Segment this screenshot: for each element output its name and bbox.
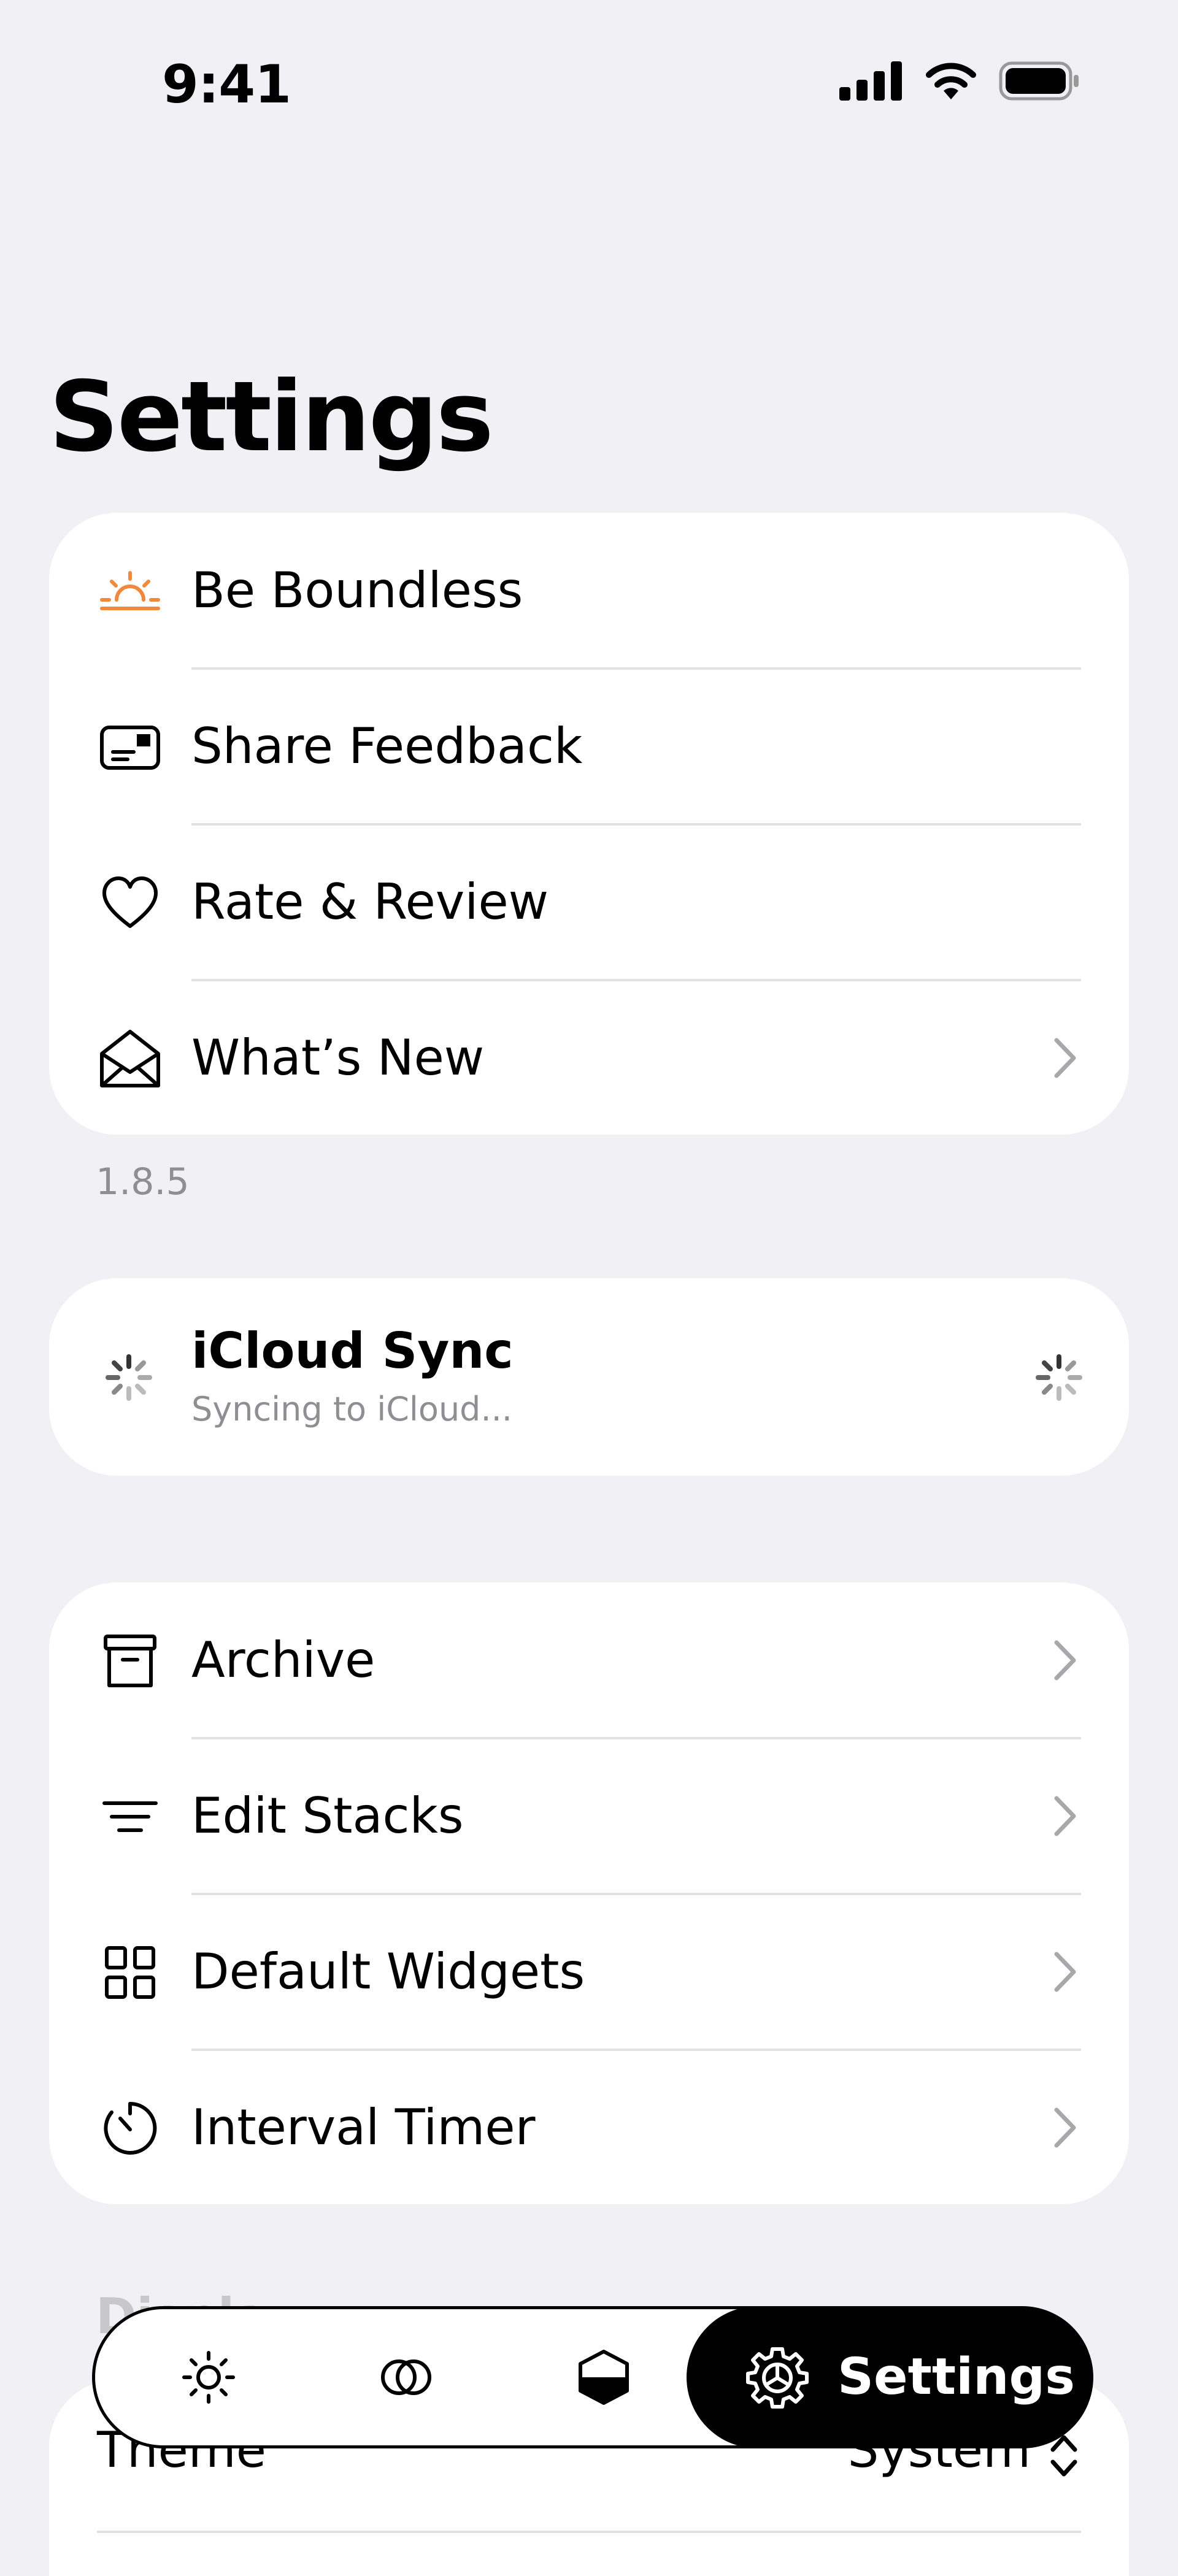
divider [97,2531,1081,2533]
tab-settings[interactable]: Settings [687,2306,1093,2448]
page-title: Settings [49,361,494,473]
sunrise-icon [98,559,162,623]
chevron-right-icon [1054,1796,1076,1836]
half-filled-hexagon-icon [579,2350,629,2405]
chevron-right-icon [1054,2107,1076,2148]
heart-icon [98,871,162,935]
support-card: Be Boundless Share Feedback Rate & Revie… [49,513,1129,1135]
chevron-right-icon [1054,1952,1076,1992]
sync-status: Syncing to iCloud... [191,1390,512,1428]
row-label: Share Feedback [191,718,583,775]
row-label: Edit Stacks [191,1787,464,1844]
row-rate-review[interactable]: Rate & Review [49,824,1129,981]
tab-settings-label: Settings [837,2348,1076,2406]
battery-icon [999,61,1079,101]
row-share-feedback[interactable]: Share Feedback [49,669,1129,826]
wifi-icon [926,63,976,99]
row-archive[interactable]: Archive [49,1582,1129,1739]
sun-icon [182,2351,235,2404]
tab-bar: Settings [92,2306,1093,2448]
overlapping-circles-icon [381,2359,431,2395]
icloud-sync-card[interactable]: iCloud Sync Syncing to iCloud... [49,1278,1129,1476]
timer-icon [98,2096,162,2160]
spinner-icon [1034,1353,1084,1402]
status-bar: 9:41 [0,0,1178,135]
row-label: Archive [191,1631,375,1689]
row-whats-new[interactable]: What’s New [49,980,1129,1135]
archive-box-icon [98,1629,162,1693]
row-label: Rate & Review [191,873,549,930]
version-label: 1.8.5 [96,1160,190,1203]
tab-sun[interactable] [141,2309,277,2445]
tab-hexagon[interactable] [536,2309,672,2445]
cellular-signal-icon [839,61,902,101]
status-icons [839,61,1080,101]
feedback-card-icon [98,715,162,779]
chevron-right-icon [1054,1640,1076,1681]
spinner-icon [104,1353,153,1402]
tab-circles[interactable] [338,2309,474,2445]
tools-card: Archive Edit Stacks Default Widgets Inte… [49,1582,1129,2204]
row-label: What’s New [191,1029,485,1086]
row-edit-stacks[interactable]: Edit Stacks [49,1738,1129,1895]
row-default-widgets[interactable]: Default Widgets [49,1894,1129,2051]
lines-icon [98,1785,162,1849]
status-time: 9:41 [162,54,291,115]
row-label: Default Widgets [191,1943,585,2000]
row-label: Interval Timer [191,2099,536,2156]
sync-title: iCloud Sync [191,1322,514,1379]
widgets-grid-icon [98,1941,162,2004]
gear-icon [746,2347,809,2409]
envelope-open-icon [98,1027,162,1091]
row-be-boundless[interactable]: Be Boundless [49,513,1129,670]
row-label: Be Boundless [191,562,523,619]
chevron-right-icon [1054,1038,1076,1078]
row-interval-timer[interactable]: Interval Timer [49,2050,1129,2204]
